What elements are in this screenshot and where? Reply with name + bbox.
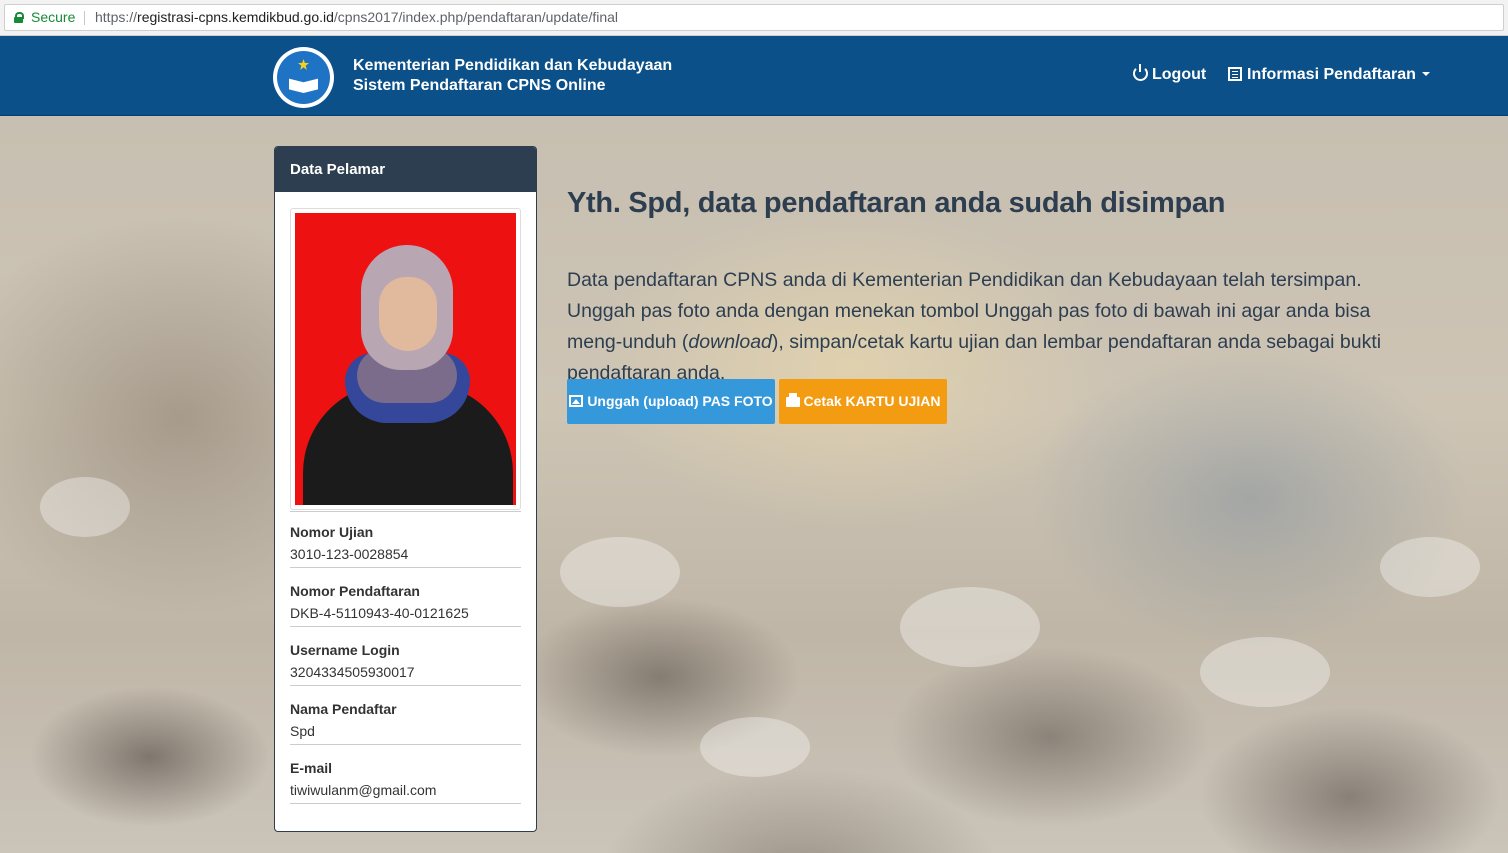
browser-address-bar: Secure https://registrasi-cpns.kemdikbud… bbox=[0, 0, 1508, 36]
logout-label: Logout bbox=[1152, 66, 1207, 83]
field-nomor-ujian: Nomor Ujian 3010-123-0028854 bbox=[290, 521, 521, 568]
url-box[interactable]: Secure https://registrasi-cpns.kemdikbud… bbox=[4, 4, 1504, 31]
page-description: Data pendaftaran CPNS anda di Kementeria… bbox=[567, 269, 1382, 384]
field-label: E-mail bbox=[290, 760, 333, 776]
field-value: tiwiwulanm@gmail.com bbox=[290, 782, 437, 798]
secure-label: Secure bbox=[31, 9, 76, 25]
url-text[interactable]: https://registrasi-cpns.kemdikbud.go.id/… bbox=[95, 5, 618, 30]
field-value: DKB-4-5110943-40-0121625 bbox=[290, 605, 469, 621]
list-icon bbox=[1228, 67, 1242, 81]
kemdikbud-logo-icon[interactable] bbox=[273, 47, 334, 108]
upload-button-label: Unggah (upload) PAS FOTO bbox=[587, 393, 773, 409]
page-title: Yth. Spd, data pendaftaran anda sudah di… bbox=[567, 187, 1226, 219]
field-value: 3010-123-0028854 bbox=[290, 546, 409, 562]
field-nama-pendaftar: Nama Pendaftar Spd bbox=[290, 698, 521, 745]
field-label: Nomor Ujian bbox=[290, 524, 374, 540]
lock-icon bbox=[14, 12, 24, 23]
field-label: Username Login bbox=[290, 642, 400, 658]
field-label: Nama Pendaftar bbox=[290, 701, 397, 717]
logout-link[interactable]: Logout bbox=[1133, 64, 1207, 84]
upload-pas-foto-button[interactable]: Unggah (upload) PAS FOTO bbox=[567, 379, 775, 424]
power-icon bbox=[1133, 64, 1148, 81]
field-email: E-mail tiwiwulanm@gmail.com bbox=[290, 757, 521, 804]
image-icon bbox=[569, 395, 584, 407]
data-pelamar-card: Data Pelamar Nomor Ujian 3010-123-002885… bbox=[274, 146, 537, 832]
cetak-kartu-ujian-button[interactable]: Cetak KARTU UJIAN bbox=[779, 379, 947, 424]
divider bbox=[84, 11, 85, 25]
caret-down-icon bbox=[1421, 72, 1430, 76]
field-value: Spd bbox=[290, 723, 315, 739]
card-title: Data Pelamar bbox=[275, 147, 536, 192]
print-button-label: Cetak KARTU UJIAN bbox=[803, 393, 941, 409]
background-image bbox=[0, 117, 1508, 853]
print-icon bbox=[785, 393, 800, 407]
brand-title[interactable]: Kementerian Pendidikan dan Kebudayaan Si… bbox=[353, 56, 672, 96]
informasi-label: Informasi Pendaftaran bbox=[1247, 66, 1416, 83]
brand-line-2: Sistem Pendaftaran CPNS Online bbox=[353, 77, 606, 94]
applicant-photo bbox=[290, 208, 521, 510]
divider bbox=[290, 511, 521, 512]
field-username-login: Username Login 3204334505930017 bbox=[290, 639, 521, 686]
informasi-pendaftaran-dropdown[interactable]: Informasi Pendaftaran bbox=[1228, 66, 1430, 84]
field-nomor-pendaftaran: Nomor Pendaftaran DKB-4-5110943-40-01216… bbox=[290, 580, 521, 627]
field-value: 3204334505930017 bbox=[290, 664, 415, 680]
field-label: Nomor Pendaftaran bbox=[290, 583, 420, 599]
brand-line-1: Kementerian Pendidikan dan Kebudayaan bbox=[353, 57, 673, 74]
